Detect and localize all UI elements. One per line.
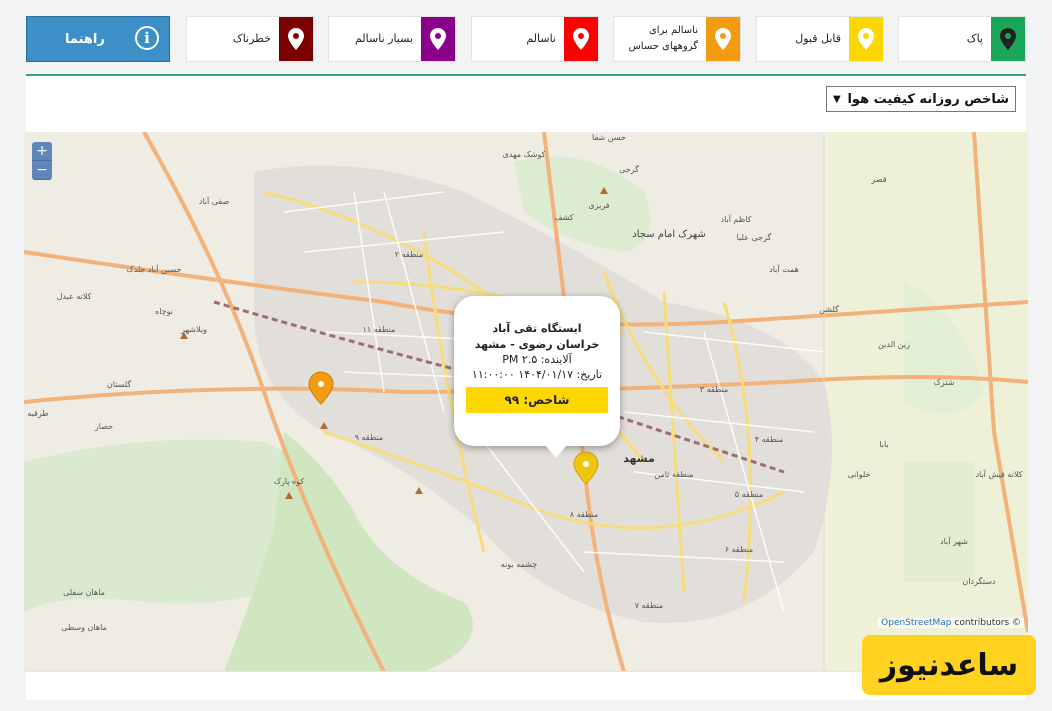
- guide-button[interactable]: i راهنما: [26, 16, 170, 62]
- legend-label-unhealthy-sensitive: ناسالم برای گروههای حساس: [628, 25, 698, 52]
- zoom-control: + −: [32, 142, 52, 180]
- legend-label-unhealthy: ناسالم: [526, 32, 556, 46]
- svg-text:منطقه ۹: منطقه ۹: [355, 433, 383, 442]
- map-pin-icon: [715, 28, 731, 50]
- svg-text:دستگردان: دستگردان: [962, 576, 996, 586]
- legend-swatch-acceptable: [849, 17, 883, 61]
- map-pin-icon: [573, 28, 589, 50]
- svg-text:حسین آباد جلدک: حسین آباد جلدک: [126, 264, 181, 274]
- legend-swatch-unhealthy: [564, 17, 598, 61]
- watermark-logo: ساعدنیوز: [862, 635, 1036, 695]
- svg-text:گلستان: گلستان: [107, 379, 132, 389]
- svg-text:کلاته فیش آباد: کلاته فیش آباد: [975, 469, 1022, 479]
- svg-text:منطقه ۵: منطقه ۵: [735, 490, 763, 499]
- index-type-select[interactable]: شاخص روزانه کیفیت هوا ▼: [826, 86, 1016, 112]
- aqi-legend-bar: پاک قابل قبول ناسالم برای گروههای حساس ن…: [26, 16, 1026, 62]
- legend-label-acceptable: قابل قبول: [795, 32, 841, 46]
- svg-text:ماهان سفلی: ماهان سفلی: [63, 588, 105, 597]
- svg-text:کلاته عبدل: کلاته عبدل: [57, 292, 92, 301]
- attribution-text: contributors ©: [954, 618, 1021, 628]
- svg-text:خلوانی: خلوانی: [848, 470, 871, 479]
- svg-text:چشمه یونه: چشمه یونه: [501, 560, 537, 569]
- svg-text:حصار: حصار: [94, 422, 113, 431]
- popup-date: تاریخ: ۱۴۰۴/۰۱/۱۷ ۱۱:۰۰:۰۰: [471, 368, 603, 381]
- map-panel: شاخص روزانه کیفیت هوا ▼ مشهد شهرک امام س…: [24, 74, 1028, 700]
- svg-text:ماهان وسطی: ماهان وسطی: [61, 623, 107, 632]
- popup-station-name: ایستگاه تقی آباد: [492, 322, 582, 335]
- legend-item-unhealthy: ناسالم: [471, 16, 599, 62]
- svg-text:گلشن: گلشن: [819, 304, 839, 314]
- legend-item-clean: پاک: [898, 16, 1026, 62]
- legend-swatch-hazardous: [279, 17, 313, 61]
- legend-label-clean: پاک: [966, 32, 983, 46]
- map-attribution: OpenStreetMap contributors ©: [878, 618, 1024, 628]
- map-pin-icon: [1000, 28, 1016, 50]
- legend-item-very-unhealthy: بسیار ناسالم: [328, 16, 456, 62]
- chevron-down-icon: ▼: [833, 93, 841, 105]
- svg-text:گرجی: گرجی: [619, 164, 639, 174]
- info-icon: i: [135, 26, 159, 50]
- svg-text:همت آباد: همت آباد: [769, 264, 799, 274]
- svg-text:صفی آباد: صفی آباد: [199, 196, 230, 206]
- legend-item-hazardous: خطرناک: [186, 16, 314, 62]
- svg-text:منطقه ۸: منطقه ۸: [570, 510, 598, 519]
- popup-aqi-badge: شاخص: ۹۹: [466, 387, 608, 413]
- legend-swatch-unhealthy-sensitive: [706, 17, 740, 61]
- osm-link[interactable]: OpenStreetMap: [881, 618, 951, 628]
- legend-swatch-clean: [991, 17, 1025, 61]
- svg-text:منطقه ۶: منطقه ۶: [725, 545, 753, 554]
- popup-pollutant: آلاینده: PM ۲.۵: [502, 353, 572, 366]
- map-pin-icon: [288, 28, 304, 50]
- svg-text:طرقبه: طرقبه: [27, 409, 48, 418]
- svg-text:قصر: قصر: [870, 175, 886, 184]
- svg-text:حسن شفا: حسن شفا: [592, 133, 626, 142]
- station-popup: ایستگاه تقی آباد خراسان رضوی - مشهد آلای…: [454, 296, 620, 458]
- legend-swatch-very-unhealthy: [421, 17, 455, 61]
- svg-text:منطقه ۱۱: منطقه ۱۱: [363, 325, 396, 334]
- legend-item-acceptable: قابل قبول: [756, 16, 884, 62]
- svg-text:بابا: بابا: [879, 440, 888, 449]
- svg-text:کاظم آباد: کاظم آباد: [721, 214, 752, 224]
- svg-text:کوشک مهدی: کوشک مهدی: [503, 150, 546, 159]
- svg-text:منطقه ۲: منطقه ۲: [395, 250, 423, 259]
- index-type-selected-value: شاخص روزانه کیفیت هوا: [847, 91, 1009, 107]
- svg-text:منطقه ۴: منطقه ۴: [755, 435, 783, 444]
- legend-label-very-unhealthy: بسیار ناسالم: [354, 32, 413, 46]
- zoom-out-button[interactable]: −: [32, 161, 52, 180]
- zoom-in-button[interactable]: +: [32, 142, 52, 161]
- map-pin-icon: [858, 28, 874, 50]
- svg-text:گرجی علیا: گرجی علیا: [737, 232, 772, 242]
- svg-text:منطقه ثامن: منطقه ثامن: [654, 470, 693, 479]
- map-pin-icon: [430, 28, 446, 50]
- popup-province-city: خراسان رضوی - مشهد: [474, 338, 600, 351]
- guide-button-label: راهنما: [65, 31, 105, 47]
- svg-text:شترک: شترک: [934, 378, 955, 387]
- svg-text:شهر آباد: شهر آباد: [940, 536, 968, 546]
- svg-text:زین الدین: زین الدین: [878, 340, 910, 349]
- svg-text:کشف: کشف: [554, 213, 573, 222]
- svg-text:منطقه ۳: منطقه ۳: [700, 385, 728, 394]
- svg-text:کوه پارک: کوه پارک: [274, 477, 305, 486]
- svg-text:فریزی: فریزی: [588, 201, 609, 210]
- legend-item-unhealthy-sensitive: ناسالم برای گروههای حساس: [613, 16, 741, 62]
- legend-label-hazardous: خطرناک: [232, 32, 271, 46]
- air-quality-map[interactable]: مشهد شهرک امام سجاد گلستان منطقه ۱۱ منطق…: [24, 132, 1028, 672]
- svg-text:شهرک امام سجاد: شهرک امام سجاد: [632, 229, 706, 240]
- svg-text:نوچاه: نوچاه: [155, 307, 173, 316]
- svg-text:منطقه ۷: منطقه ۷: [635, 601, 663, 610]
- svg-text:مشهد: مشهد: [623, 452, 655, 465]
